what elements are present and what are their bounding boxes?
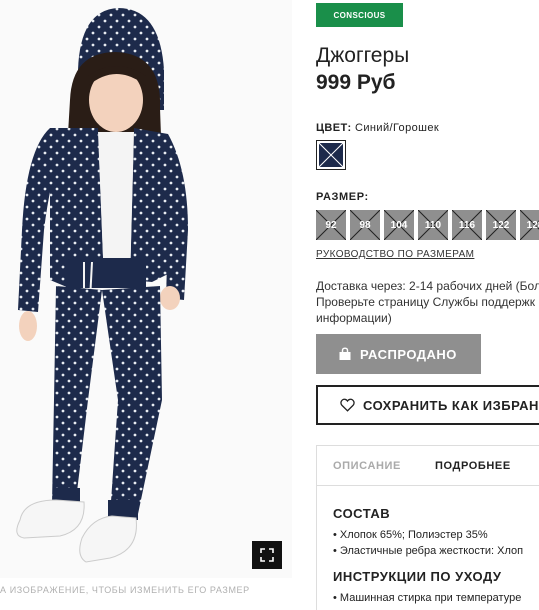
size-guide-link[interactable]: РУКОВОДСТВО ПО РАЗМЕРАМ <box>316 249 474 260</box>
size-option-110[interactable]: 110 <box>418 210 448 240</box>
care-instructions-title: ИНСТРУКЦИИ ПО УХОДУ <box>333 569 502 584</box>
delivery-info: Доставка через: 2-14 рабочих дней (Бол П… <box>316 278 539 326</box>
size-option-122[interactable]: 122 <box>486 210 516 240</box>
save-favourite-button[interactable]: СОХРАНИТЬ КАК ИЗБРАН <box>316 385 539 425</box>
color-swatch[interactable] <box>316 140 346 170</box>
zoom-button[interactable] <box>252 541 282 569</box>
product-info-panel: ОПИСАНИЕ ПОДРОБНЕЕ СОСТАВ Хлопок 65%; По… <box>316 445 539 610</box>
product-photo[interactable] <box>0 0 292 578</box>
size-options: 92 98 104 110 116 122 128 <box>316 210 539 240</box>
care-list: Машинная стирка при температуре <box>333 590 521 606</box>
info-tabs: ОПИСАНИЕ ПОДРОБНЕЕ <box>317 446 539 486</box>
size-option-label: 104 <box>390 219 408 231</box>
expand-icon <box>260 548 274 562</box>
size-option-label: 116 <box>458 219 476 231</box>
color-label: ЦВЕТ: Синий/Горошек <box>316 122 439 134</box>
size-option-104[interactable]: 104 <box>384 210 414 240</box>
heart-icon <box>340 398 355 412</box>
tab-details[interactable]: ПОДРОБНЕЕ <box>435 460 511 472</box>
save-favourite-label: СОХРАНИТЬ КАК ИЗБРАН <box>363 397 539 413</box>
composition-title: СОСТАВ <box>333 506 391 521</box>
composition-list: Хлопок 65%; Полиэстер 35% Эластичные реб… <box>333 527 523 559</box>
sold-out-button[interactable]: РАСПРОДАНО <box>316 334 481 374</box>
size-label: РАЗМЕР: <box>316 191 369 203</box>
child-model-illustration <box>0 0 292 578</box>
product-details: CONSCIOUS Джоггеры 999 Руб ЦВЕТ: Синий/Г… <box>316 0 539 610</box>
size-option-label: 92 <box>325 219 337 231</box>
sold-out-label: РАСПРОДАНО <box>360 346 457 362</box>
product-price: 999 Руб <box>316 71 396 94</box>
size-option-92[interactable]: 92 <box>316 210 346 240</box>
image-caption: А ИЗОБРАЖЕНИЕ, ЧТОБЫ ИЗМЕНИТЬ ЕГО РАЗМЕР <box>0 585 250 595</box>
size-option-98[interactable]: 98 <box>350 210 380 240</box>
delivery-line: Доставка через: 2-14 рабочих дней (Бол <box>316 279 539 293</box>
unavailable-cross-icon <box>319 143 343 167</box>
color-value: Синий/Горошек <box>355 122 440 134</box>
size-option-label: 122 <box>492 219 510 231</box>
tab-description[interactable]: ОПИСАНИЕ <box>333 460 401 472</box>
conscious-badge: CONSCIOUS <box>316 3 403 27</box>
list-item: Машинная стирка при температуре <box>333 590 521 606</box>
size-option-label: 128 <box>526 219 539 231</box>
size-option-label: 98 <box>359 219 371 231</box>
list-item: Эластичные ребра жесткости: Хлоп <box>333 543 523 559</box>
size-option-116[interactable]: 116 <box>452 210 482 240</box>
shopping-bag-icon <box>339 347 351 360</box>
product-gallery: А ИЗОБРАЖЕНИЕ, ЧТОБЫ ИЗМЕНИТЬ ЕГО РАЗМЕР <box>0 0 292 610</box>
list-item: Хлопок 65%; Полиэстер 35% <box>333 527 523 543</box>
color-swatch-fill <box>319 143 343 167</box>
delivery-line: информации) <box>316 311 392 325</box>
delivery-line: Проверьте страницу Службы поддержк <box>316 295 535 309</box>
size-option-label: 110 <box>424 219 442 231</box>
size-option-128[interactable]: 128 <box>520 210 539 240</box>
product-title: Джоггеры <box>316 44 410 67</box>
color-label-key: ЦВЕТ: <box>316 122 352 134</box>
